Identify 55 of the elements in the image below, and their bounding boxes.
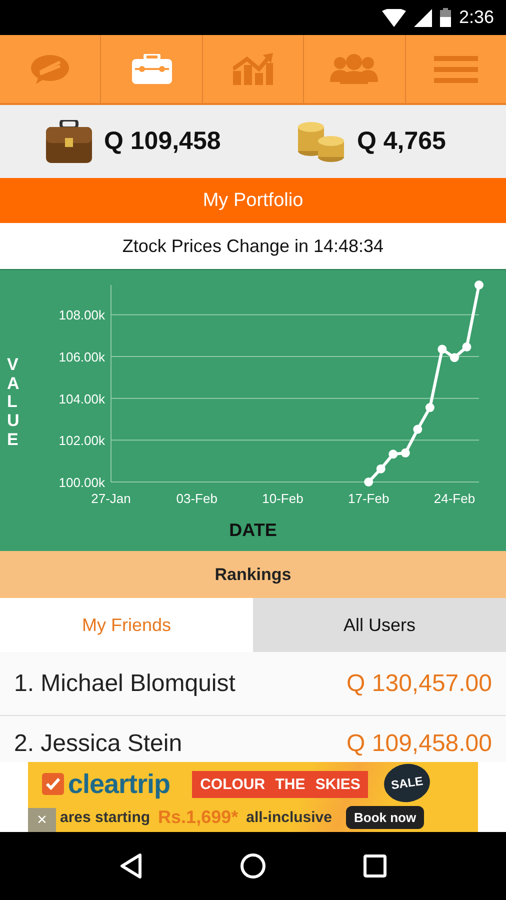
y-tick-label: 106.00k	[58, 350, 105, 365]
y-tick-label: 104.00k	[58, 391, 105, 406]
ad-banner[interactable]: cleartrip COLOUR THE SKIES SALE ares starting Rs.1,699* all-inclusive Book now ×	[28, 762, 478, 832]
signal-icon	[414, 8, 432, 26]
y-tick-label: 100.00k	[58, 475, 105, 490]
back-button[interactable]	[118, 853, 143, 879]
people-icon	[330, 54, 378, 84]
balance-amount: Q 4,765	[357, 127, 446, 156]
data-point	[450, 353, 459, 362]
x-tick-label: 03-Feb	[176, 491, 218, 506]
check-logo-icon	[42, 773, 64, 795]
menu-icon	[434, 56, 478, 82]
book-now-button[interactable]: Book now	[346, 806, 424, 828]
ranking-row[interactable]: 2. Jessica Stein Q 109,458.00	[0, 716, 506, 762]
wifi-icon	[382, 8, 406, 26]
player-amount: Q 109,458.00	[346, 730, 492, 758]
briefcase-icon	[46, 120, 92, 163]
ranking-row[interactable]: 1. Michael Blomquist Q 130,457.00	[0, 652, 506, 716]
clock-time: 2:36	[458, 7, 494, 28]
data-point	[376, 464, 386, 474]
data-point	[438, 344, 447, 354]
x-tick-label: 17-Feb	[348, 491, 390, 506]
data-point	[474, 280, 484, 290]
ad-price: Rs.1,699*	[158, 806, 238, 828]
y-tick-label: 108.00k	[58, 308, 105, 323]
x-tick-label: 27-Jan	[91, 491, 131, 506]
data-point	[400, 448, 410, 458]
data-point	[364, 478, 374, 486]
briefcase-icon	[132, 54, 172, 84]
ad-text: ares starting	[60, 808, 150, 826]
brand-name: cleartrip	[68, 768, 170, 800]
player-name: 2. Jessica Stein	[14, 730, 182, 758]
y-axis-title: VALUE	[7, 356, 20, 450]
tab[interactable]: All Users	[253, 598, 506, 652]
battery-icon	[440, 8, 451, 27]
recents-button[interactable]	[363, 854, 388, 878]
rankings-header: Rankings	[0, 551, 506, 598]
x-tick-label: 10-Feb	[262, 491, 304, 506]
data-point	[462, 342, 472, 352]
home-button[interactable]	[240, 853, 266, 879]
balance-amount: Q 109,458	[104, 127, 221, 156]
y-tick-label: 102.00k	[58, 433, 105, 448]
data-point	[388, 450, 398, 459]
x-axis-title: DATE	[229, 520, 277, 541]
ad-headline: COLOUR THE SKIES	[192, 770, 368, 798]
ad-text: all-inclusive	[246, 808, 332, 826]
data-point	[425, 403, 434, 412]
section-header: My Portfolio	[0, 178, 506, 223]
x-tick-label: 24-Feb	[434, 491, 476, 506]
coins-icon	[297, 120, 345, 162]
chat-icon	[30, 54, 70, 84]
player-name: 1. Michael Blomquist	[14, 670, 236, 698]
trend-chart-icon	[233, 53, 274, 85]
player-amount: Q 130,457.00	[346, 670, 492, 698]
data-point	[413, 424, 422, 434]
